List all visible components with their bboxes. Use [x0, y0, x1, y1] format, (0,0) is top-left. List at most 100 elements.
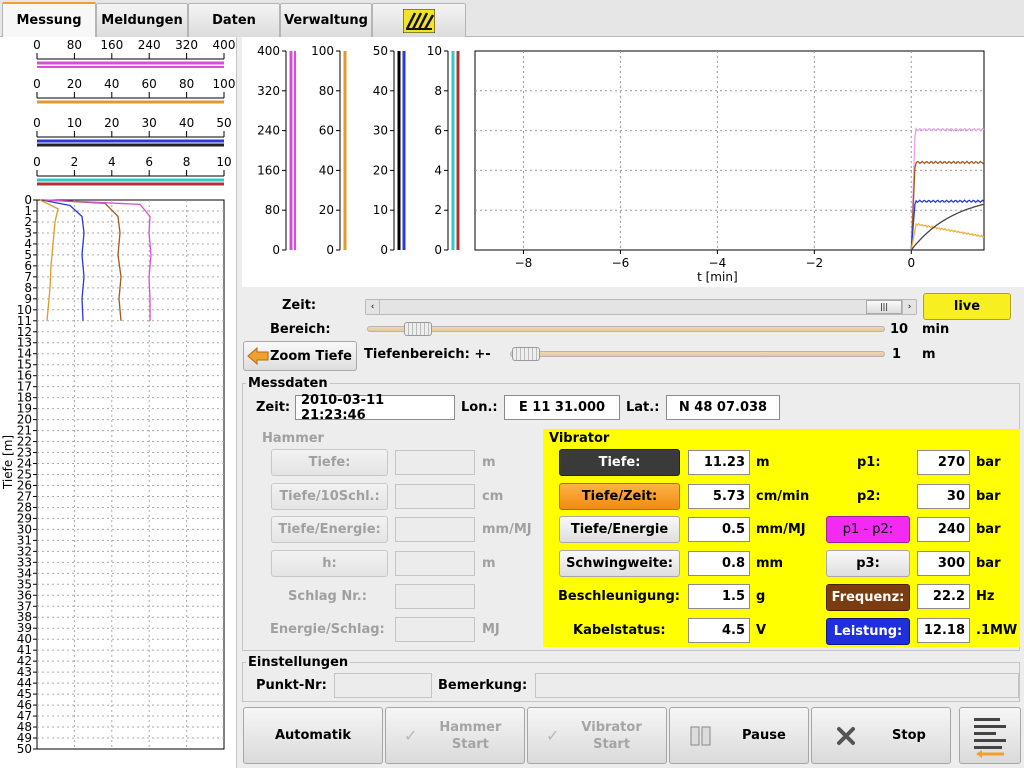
vibrator-tiefeenergie-unit: mm/MJ [756, 522, 806, 537]
left-scale-tick-label: 40 [179, 116, 194, 130]
tab-messung[interactable]: Messung [2, 2, 96, 37]
hammer-energie-label: Energie/Schlag: [270, 622, 385, 637]
close-icon [837, 726, 855, 745]
vibrator-tiefezeit-field[interactable]: 5.73 [688, 484, 750, 509]
tab-logo[interactable] [372, 3, 466, 37]
vibrator-schwingweite-button[interactable]: Schwingweite: [559, 550, 680, 577]
zoom-tiefe-button[interactable]: Zoom Tiefe [243, 341, 357, 371]
chart-axis-tick-label: 400 [257, 44, 280, 58]
frequenz-button[interactable]: Frequenz: [826, 584, 910, 611]
chart-x-tick-label: 0 [907, 256, 915, 270]
zeit-field[interactable]: 2010-03-11 21:23:46 [295, 393, 455, 423]
scroll-thumb[interactable]: ||| [866, 300, 902, 314]
p1-minus-p2-button[interactable]: p1 - p2: [826, 516, 910, 543]
p1-field[interactable]: 270 [917, 450, 970, 475]
left-scale-tick-label: 50 [216, 116, 231, 130]
hammer-tiefe-field[interactable] [395, 450, 475, 475]
left-scale-tick-label: 80 [67, 38, 82, 52]
vibrator-tiefe-button[interactable]: Tiefe: [559, 449, 680, 476]
pause-button[interactable]: Pause [669, 707, 809, 764]
bemerkung-field[interactable] [535, 673, 1019, 698]
hammer-tiefeenergie-field[interactable] [395, 517, 475, 542]
chart-axis-tick-label: 20 [319, 203, 334, 217]
menu-list-icon [974, 717, 1006, 758]
chart-axis-tick-label: 240 [257, 124, 280, 138]
lat-field[interactable]: N 48 07.038 [666, 395, 780, 420]
bereich-slider-track[interactable] [367, 326, 885, 332]
time-series-chart: 4003202401608001008060402005040302010010… [257, 44, 985, 284]
vibrator-title: Vibrator [549, 431, 610, 446]
vibrator-tiefeenergie-button[interactable]: Tiefe/Energie [559, 516, 680, 543]
punkt-field[interactable] [334, 673, 432, 698]
p2-unit: bar [976, 489, 1001, 504]
check-icon: ✓ [546, 726, 560, 745]
scroll-left-icon[interactable]: ‹ [366, 300, 380, 314]
depth-tick-label: 50 [17, 742, 32, 756]
hammer-tiefeenergie-button[interactable]: Tiefe/Energie: [271, 516, 388, 543]
p2-field[interactable]: 30 [917, 484, 970, 509]
automatik-button[interactable]: Automatik [243, 707, 383, 764]
chart-axis-tick-label: 100 [311, 44, 334, 58]
lon-field[interactable]: E 11 31.000 [504, 395, 620, 420]
chart-axis-tick-label: 160 [257, 163, 280, 177]
left-scale-tick-label: 2 [71, 155, 79, 169]
tab-meldungen[interactable]: Meldungen [96, 3, 188, 37]
vibrator-beschl-field[interactable]: 1.5 [688, 584, 750, 609]
chart-axis-tick-label: 80 [265, 203, 280, 217]
left-scale-tick-label: 80 [179, 77, 194, 91]
zeit-scrollbar[interactable]: ‹ ||| › [365, 299, 917, 315]
check-icon: ✓ [404, 726, 418, 745]
p3-field[interactable]: 300 [917, 551, 970, 576]
zoom-tiefe-label: Zoom Tiefe [270, 348, 352, 364]
vibrator-tiefeenergie-field[interactable]: 0.5 [688, 517, 750, 542]
hammer-start-button[interactable]: ✓ Hammer Start [385, 707, 525, 764]
live-button[interactable]: live [923, 293, 1011, 320]
vibrator-kabel-field[interactable]: 4.5 [688, 618, 750, 643]
zeit-label: Zeit: [282, 298, 317, 313]
chart-axis-tick-label: 10 [427, 44, 442, 58]
chart-axis-tick-label: 10 [373, 203, 388, 217]
p1-minus-p2-field[interactable]: 240 [917, 517, 970, 542]
left-scale-tick-label: 40 [104, 77, 119, 91]
hammer-h-field[interactable] [395, 551, 475, 576]
hammer-tiefe10-field[interactable] [395, 484, 475, 509]
left-scale-tick-label: 0 [33, 116, 41, 130]
hammer-schlag-field[interactable] [395, 584, 475, 609]
tiefenbereich-label: Tiefenbereich: +- [364, 347, 491, 362]
bereich-slider-handle[interactable] [404, 322, 432, 336]
tab-label: Meldungen [101, 13, 183, 28]
chart-axis-tick-label: 40 [373, 84, 388, 98]
left-scale-tick-label: 8 [183, 155, 191, 169]
vibrator-start-button[interactable]: ✓ Vibrator Start [527, 707, 667, 764]
vibrator-schwingweite-field[interactable]: 0.8 [688, 551, 750, 576]
tiefenbereich-slider-track[interactable] [510, 351, 885, 357]
vibrator-tiefezeit-button[interactable]: Tiefe/Zeit: [559, 483, 680, 510]
tiefenbereich-slider-handle[interactable] [512, 347, 540, 361]
p3-button[interactable]: p3: [826, 550, 910, 577]
leistung-field[interactable]: 12.18 [917, 618, 970, 643]
hammer-h-button[interactable]: h: [271, 550, 388, 577]
p1-minus-p2-unit: bar [976, 522, 1001, 537]
chart-x-tick-label: −6 [612, 256, 630, 270]
left-scale-tick-label: 0 [33, 38, 41, 52]
vibrator-kabel-unit: V [756, 623, 767, 638]
tab-label: Daten [212, 13, 256, 28]
scroll-right-icon[interactable]: › [902, 300, 916, 314]
lat-label: Lat.: [626, 400, 660, 415]
tab-daten[interactable]: Daten [188, 3, 280, 37]
menu-button[interactable] [959, 707, 1021, 764]
hammer-tiefe-button[interactable]: Tiefe: [271, 449, 388, 476]
p1-label: p1: [857, 455, 881, 470]
lon-label: Lon.: [461, 400, 498, 415]
hammer-tiefe10-button[interactable]: Tiefe/10Schl.: [271, 483, 388, 510]
chart-plot-frame [474, 50, 985, 251]
leistung-button[interactable]: Leistung: [826, 618, 910, 645]
left-scale-tick-label: 30 [142, 116, 157, 130]
tab-verwaltung[interactable]: Verwaltung [280, 3, 372, 37]
vibrator-tiefe-field[interactable]: 11.23 [688, 450, 750, 475]
hammer-title: Hammer [262, 431, 324, 446]
punkt-label: Punkt-Nr: [256, 678, 327, 693]
hammer-energie-field[interactable] [395, 617, 475, 642]
stop-button[interactable]: Stop [811, 707, 951, 764]
frequenz-field[interactable]: 22.2 [917, 584, 970, 609]
